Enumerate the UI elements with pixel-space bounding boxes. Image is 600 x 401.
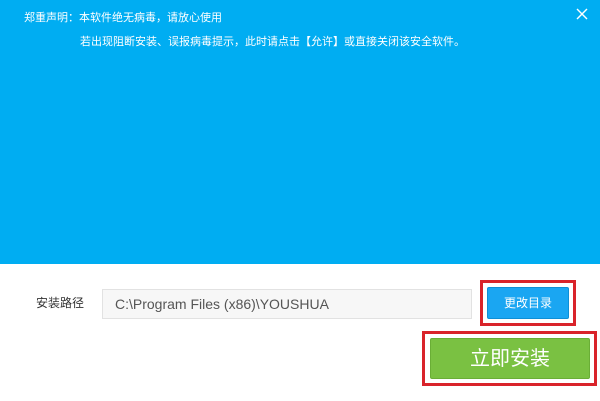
install-path-label: 安装路径: [36, 296, 85, 310]
installer-window: 郑重声明：本软件绝无病毒，请放心使用 若出现阻断安装、误报病毒提示，此时请点击【…: [0, 0, 600, 401]
disclaimer-text: 郑重声明：本软件绝无病毒，请放心使用: [24, 11, 222, 24]
install-now-button[interactable]: 立即安装: [430, 338, 590, 379]
close-icon: [572, 4, 592, 24]
install-path-input[interactable]: [102, 289, 472, 319]
security-software-hint: 若出现阻断安装、误报病毒提示，此时请点击【允许】或直接关闭该安全软件。: [80, 35, 465, 48]
header-banner: 郑重声明：本软件绝无病毒，请放心使用 若出现阻断安装、误报病毒提示，此时请点击【…: [0, 0, 600, 264]
close-button[interactable]: [572, 4, 592, 24]
change-directory-button[interactable]: 更改目录: [487, 287, 569, 319]
